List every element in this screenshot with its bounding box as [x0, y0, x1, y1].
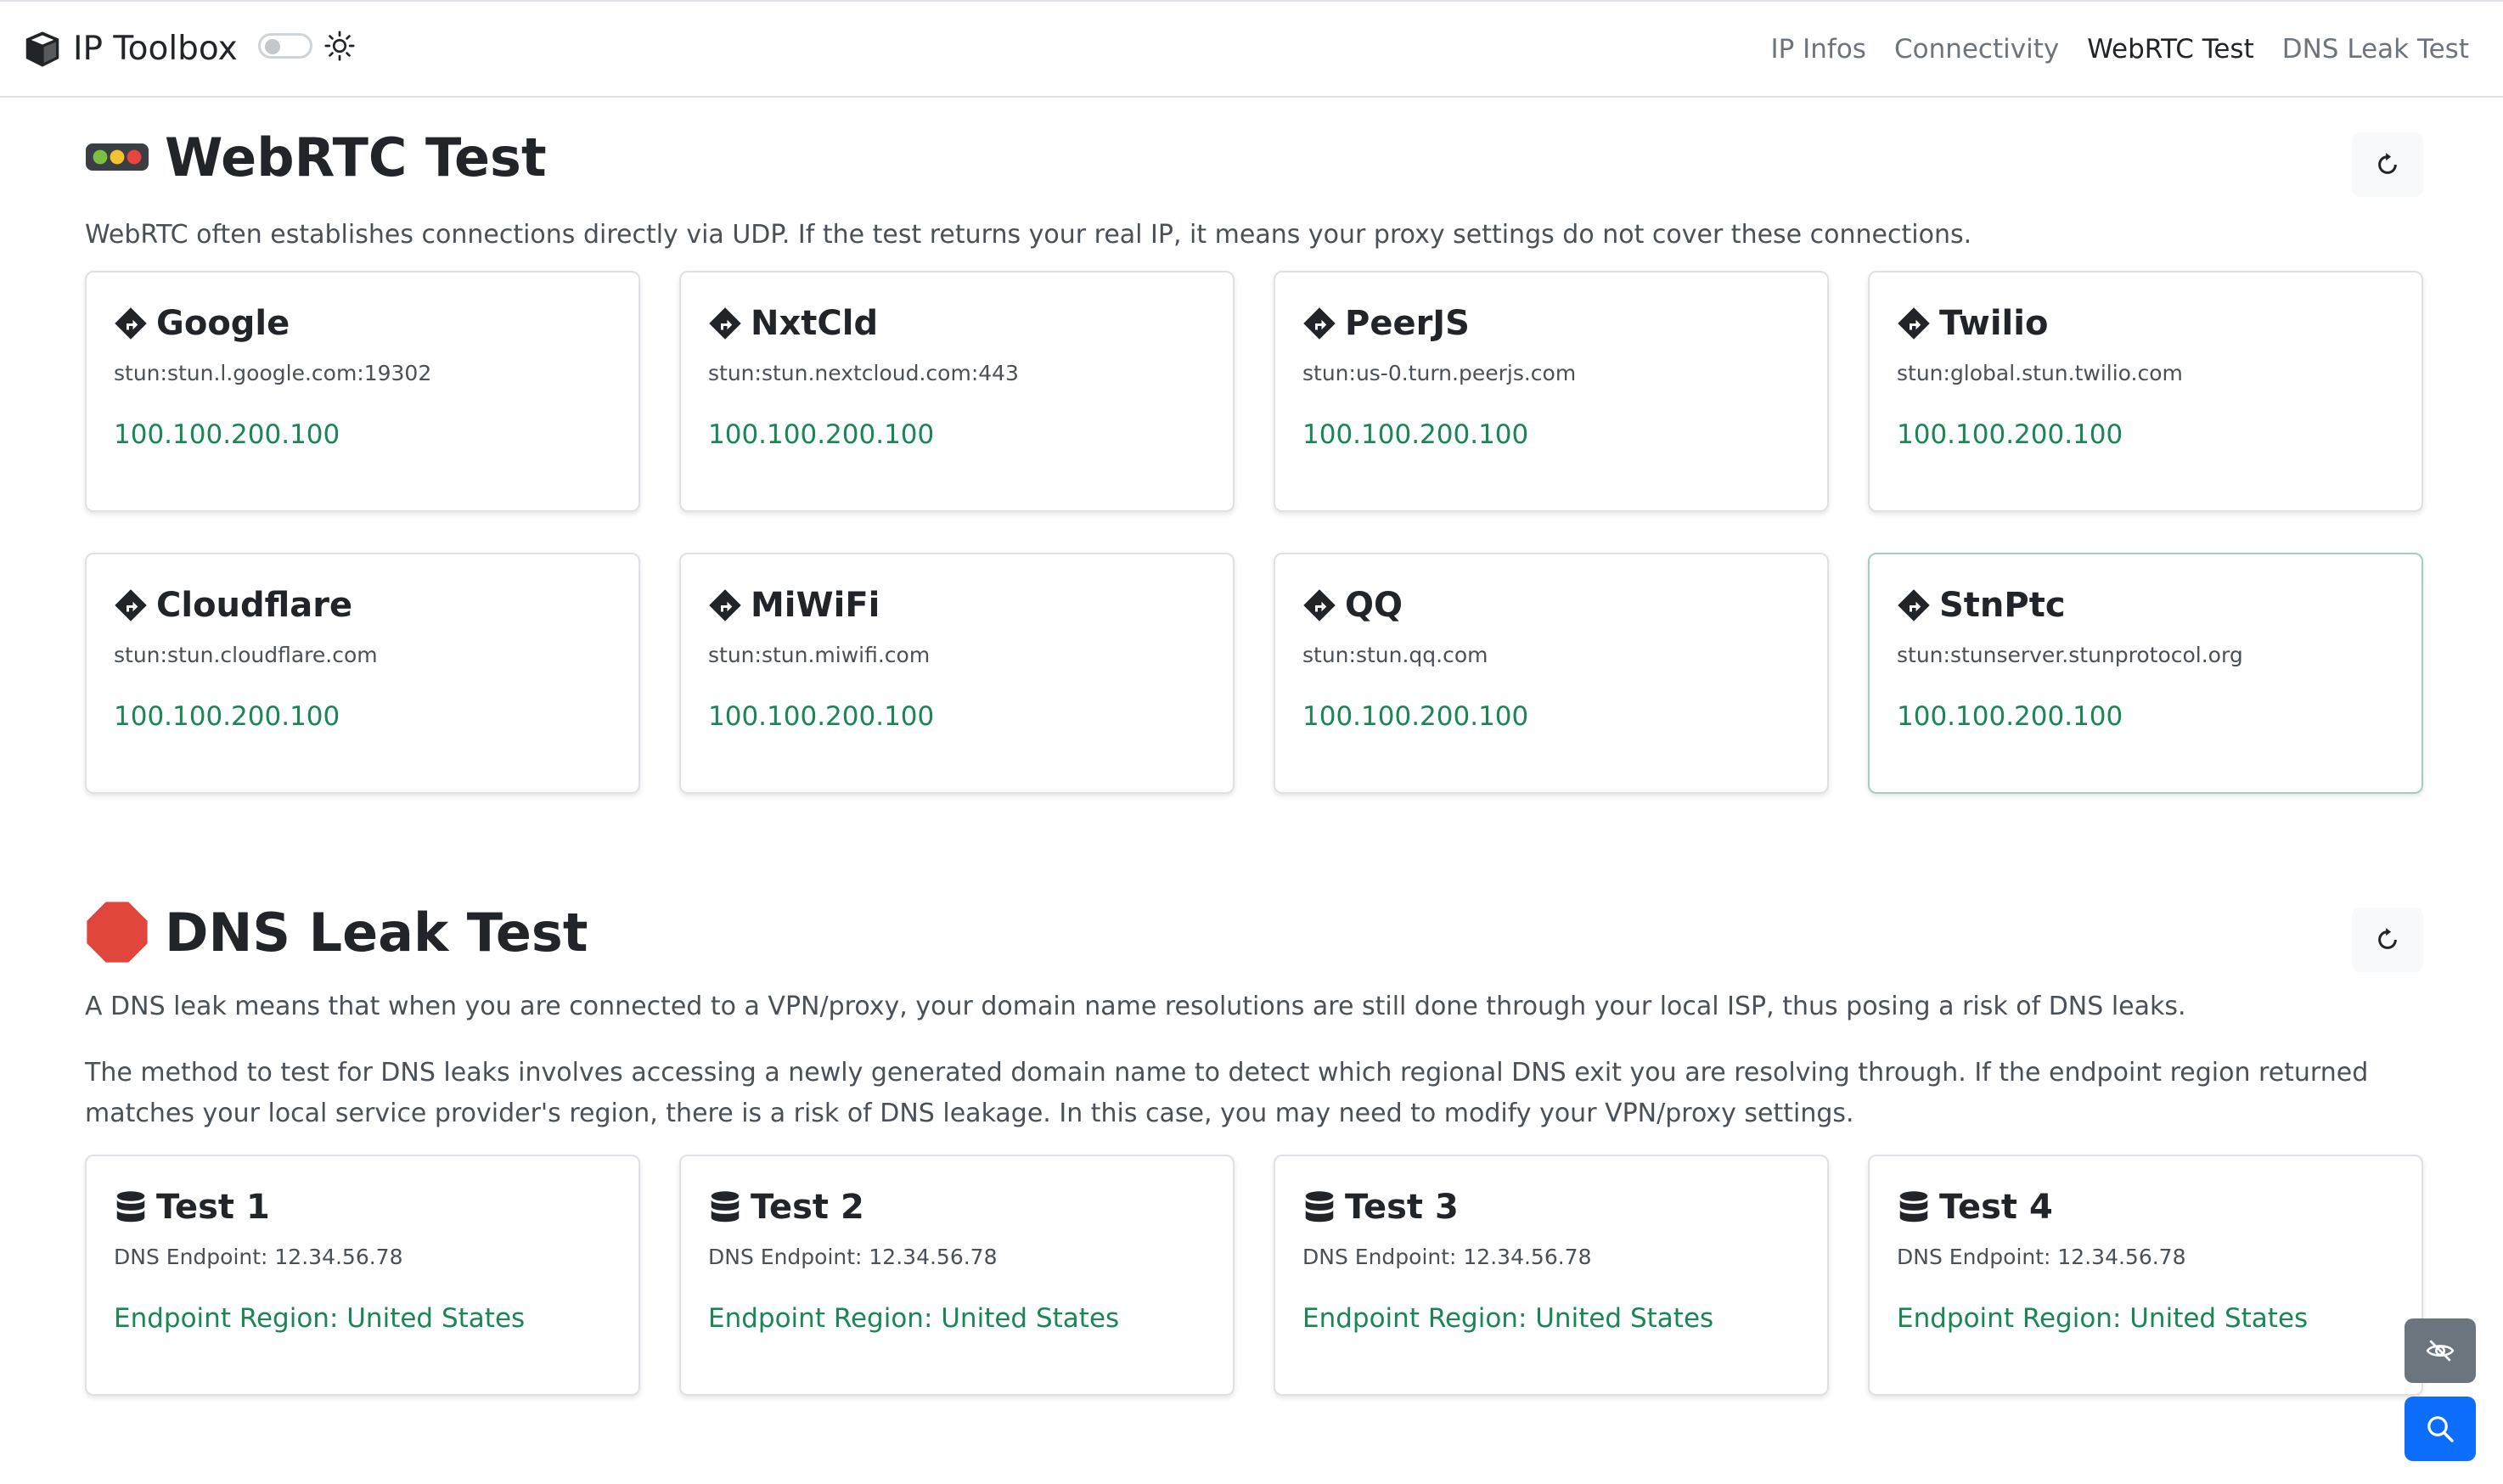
server-ip: 100.100.200.100	[708, 701, 935, 732]
server-ip: 100.100.200.100	[114, 419, 340, 450]
server-url: stun:global.stun.twilio.com	[1897, 361, 2183, 385]
signpost-diamond-icon	[709, 589, 741, 621]
brand[interactable]: IP Toolbox	[24, 30, 238, 68]
signpost-diamond-icon	[709, 307, 741, 340]
server-url: stun:us-0.turn.peerjs.com	[1302, 361, 1577, 385]
signpost-diamond-icon	[115, 589, 147, 621]
server-name: Cloudflare	[156, 586, 353, 625]
server-name: Twilio	[1939, 304, 2049, 343]
server-card-twilio: Twilio stun:global.stun.twilio.com 100.1…	[1868, 271, 2423, 512]
signpost-diamond-icon	[1898, 589, 1930, 621]
server-url: stun:stunserver.stunprotocol.org	[1897, 643, 2243, 667]
dns-section-header: DNS Leak Test	[85, 890, 2423, 975]
dns-leak-section: DNS Leak Test A DNS leak means that when…	[85, 890, 2423, 1396]
dns-endpoint: DNS Endpoint: 12.34.56.78	[1897, 1245, 2186, 1269]
signpost-diamond-icon	[1898, 307, 1930, 340]
dns-endpoint: DNS Endpoint: 12.34.56.78	[1302, 1245, 1592, 1269]
server-url: stun:stun.cloudflare.com	[114, 643, 378, 667]
server-card-nxtcld: NxtCld stun:stun.nextcloud.com:443 100.1…	[679, 271, 1235, 512]
server-card-google: Google stun:stun.l.google.com:19302 100.…	[85, 271, 640, 512]
eye-slash-icon	[2426, 1340, 2455, 1362]
server-card-stnptc: StnPtc stun:stunserver.stunprotocol.org …	[1868, 553, 2423, 794]
dns-endpoint-region: Endpoint Region: United States	[708, 1303, 1120, 1334]
sun-icon[interactable]	[324, 31, 355, 61]
dns-test-grid: Test 1 DNS Endpoint: 12.34.56.78 Endpoin…	[85, 1155, 2423, 1396]
server-url: stun:stun.nextcloud.com:443	[708, 361, 1019, 385]
server-card-miwifi: MiWiFi stun:stun.miwifi.com 100.100.200.…	[679, 553, 1235, 794]
server-card-peerjs: PeerJS stun:us-0.turn.peerjs.com 100.100…	[1274, 271, 1829, 512]
dns-test-card-3: Test 3 DNS Endpoint: 12.34.56.78 Endpoin…	[1274, 1155, 1829, 1396]
dns-endpoint-region: Endpoint Region: United States	[1302, 1303, 1714, 1334]
server-url: stun:stun.l.google.com:19302	[114, 361, 432, 385]
dns-test-name: Test 2	[751, 1188, 864, 1227]
database-icon	[1305, 1191, 1334, 1223]
webrtc-section-title: WebRTC Test	[165, 126, 547, 188]
nav-link-connectivity[interactable]: Connectivity	[1894, 34, 2059, 65]
webrtc-section: WebRTC Test WebRTC often establishes con…	[85, 115, 2423, 794]
signpost-diamond-icon	[1303, 589, 1336, 621]
traffic-light-icon	[86, 143, 149, 171]
nav-link-ip-infos[interactable]: IP Infos	[1770, 34, 1866, 65]
dns-description-1: A DNS leak means that when you are conne…	[85, 992, 2186, 1021]
webrtc-section-header: WebRTC Test	[85, 115, 2423, 200]
dns-endpoint-region: Endpoint Region: United States	[1897, 1303, 2309, 1334]
server-ip: 100.100.200.100	[1302, 701, 1529, 732]
signpost-diamond-icon	[1303, 307, 1336, 340]
dns-test-card-4: Test 4 DNS Endpoint: 12.34.56.78 Endpoin…	[1868, 1155, 2423, 1396]
theme-toggle[interactable]	[258, 33, 312, 59]
dns-test-name: Test 1	[156, 1188, 270, 1227]
server-url: stun:stun.qq.com	[1302, 643, 1488, 667]
server-card-cloudflare: Cloudflare stun:stun.cloudflare.com 100.…	[85, 553, 640, 794]
server-ip: 100.100.200.100	[1302, 419, 1529, 450]
dns-section-title: DNS Leak Test	[165, 901, 588, 964]
search-button[interactable]	[2405, 1397, 2476, 1461]
search-icon	[2427, 1416, 2454, 1442]
server-ip: 100.100.200.100	[1897, 701, 2123, 732]
server-name: QQ	[1345, 586, 1403, 625]
database-icon	[1899, 1191, 1928, 1223]
server-ip: 100.100.200.100	[708, 419, 935, 450]
webrtc-server-grid: Google stun:stun.l.google.com:19302 100.…	[85, 271, 2423, 794]
nav-links: IP Infos Connectivity WebRTC Test DNS Le…	[1770, 34, 2469, 65]
nav-link-webrtc-test[interactable]: WebRTC Test	[2087, 34, 2254, 65]
dns-description-2: The method to test for DNS leaks involve…	[85, 1058, 2369, 1128]
refresh-icon	[2378, 928, 2397, 949]
dns-refresh-button[interactable]	[2352, 908, 2423, 972]
dns-test-card-1: Test 1 DNS Endpoint: 12.34.56.78 Endpoin…	[85, 1155, 640, 1396]
dns-test-card-2: Test 2 DNS Endpoint: 12.34.56.78 Endpoin…	[679, 1155, 1235, 1396]
nav-link-dns-leak-test[interactable]: DNS Leak Test	[2282, 34, 2469, 65]
app-title: IP Toolbox	[73, 30, 238, 68]
hide-info-button[interactable]	[2405, 1318, 2476, 1383]
refresh-icon	[2378, 153, 2397, 174]
webrtc-refresh-button[interactable]	[2352, 132, 2423, 197]
server-name: Google	[156, 304, 290, 343]
signpost-diamond-icon	[115, 307, 147, 340]
stop-sign-icon	[87, 902, 148, 963]
server-name: StnPtc	[1939, 586, 2066, 625]
dns-endpoint: DNS Endpoint: 12.34.56.78	[708, 1245, 998, 1269]
server-url: stun:stun.miwifi.com	[708, 643, 931, 667]
top-navbar: IP Toolbox IP Infos Connectivity WebRTC …	[0, 0, 2503, 98]
dns-test-name: Test 3	[1345, 1188, 1459, 1227]
database-icon	[116, 1191, 145, 1223]
webrtc-description: WebRTC often establishes connections dir…	[85, 220, 1972, 250]
server-name: NxtCld	[751, 304, 879, 343]
dns-endpoint: DNS Endpoint: 12.34.56.78	[114, 1245, 403, 1269]
server-name: PeerJS	[1345, 304, 1470, 343]
server-card-qq: QQ stun:stun.qq.com 100.100.200.100	[1274, 553, 1829, 794]
dns-test-name: Test 4	[1939, 1188, 2053, 1227]
server-name: MiWiFi	[751, 586, 880, 625]
server-ip: 100.100.200.100	[114, 701, 340, 732]
server-ip: 100.100.200.100	[1897, 419, 2123, 450]
box-icon	[25, 31, 59, 67]
dns-endpoint-region: Endpoint Region: United States	[114, 1303, 526, 1334]
database-icon	[711, 1191, 740, 1223]
